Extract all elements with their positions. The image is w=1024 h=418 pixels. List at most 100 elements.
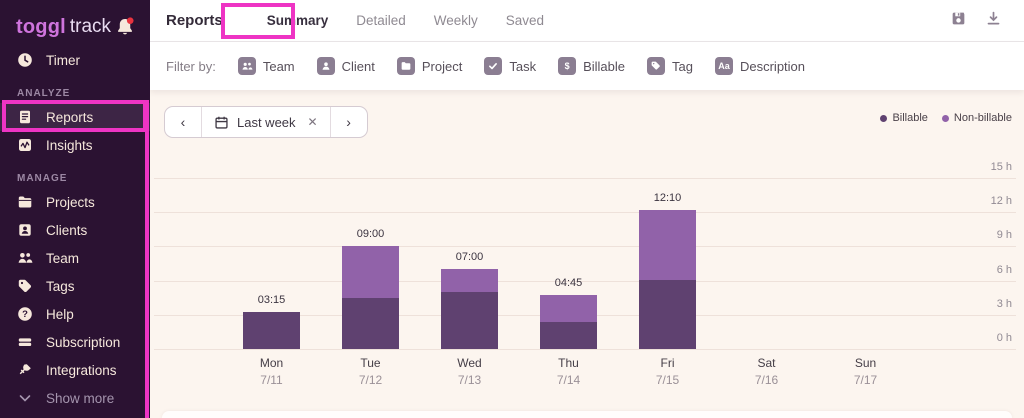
- x-axis-date-label: 7/12: [321, 373, 420, 387]
- legend-dot: [880, 115, 887, 122]
- tab-detailed[interactable]: Detailed: [356, 13, 406, 28]
- date-range-label: Last week: [237, 115, 296, 130]
- gridline: [154, 349, 1016, 350]
- sidebar-item-label: Integrations: [46, 363, 117, 378]
- clear-date-icon[interactable]: ✕: [308, 115, 318, 129]
- date-range-picker: ‹ Last week ✕ ›: [164, 106, 368, 138]
- sidebar-item-timer[interactable]: Timer: [0, 46, 150, 74]
- filter-chip-project[interactable]: Project: [397, 57, 462, 75]
- bar-fri[interactable]: [639, 210, 696, 349]
- x-axis-date-label: 7/13: [420, 373, 519, 387]
- filter-chip-label: Description: [740, 59, 805, 74]
- folder-icon: [17, 194, 33, 210]
- page-title: Reports: [166, 12, 223, 29]
- filter-chip-label: Task: [509, 59, 536, 74]
- sidebar-item-reports[interactable]: Reports: [0, 103, 150, 131]
- sidebar-item-label: Insights: [46, 138, 93, 153]
- bar-total-label: 04:45: [519, 277, 618, 289]
- filter-chip-client[interactable]: Client: [317, 57, 375, 75]
- sidebar-item-subscription[interactable]: Subscription: [0, 328, 150, 356]
- sidebar-nav: TimerANALYZEReportsInsightsMANAGEProject…: [0, 46, 150, 412]
- filter-chip-label: Client: [342, 59, 375, 74]
- save-report-icon[interactable]: [950, 10, 967, 32]
- prev-period-button[interactable]: ‹: [165, 107, 201, 137]
- tab-saved[interactable]: Saved: [506, 13, 544, 28]
- sidebar-item-team[interactable]: Team: [0, 244, 150, 272]
- sidebar-item-projects[interactable]: Projects: [0, 188, 150, 216]
- sidebar-item-integrations[interactable]: Integrations: [0, 356, 150, 384]
- date-range-button[interactable]: Last week ✕: [201, 107, 331, 137]
- sidebar-section-manage: MANAGE: [17, 170, 150, 186]
- sidebar-item-clients[interactable]: Clients: [0, 216, 150, 244]
- text-icon: Aa: [715, 57, 733, 75]
- x-axis-date-label: 7/16: [717, 373, 816, 387]
- bar-thu[interactable]: [540, 295, 597, 349]
- filter-chip-task[interactable]: Task: [484, 57, 536, 75]
- filter-chip-team[interactable]: Team: [238, 57, 295, 75]
- filter-chip-billable[interactable]: $ Billable: [558, 57, 625, 75]
- bar-total-label: 09:00: [321, 228, 420, 240]
- bar-segment-billable[interactable]: [540, 322, 597, 349]
- legend-item-non-billable[interactable]: Non-billable: [942, 112, 1012, 124]
- sidebar-item-insights[interactable]: Insights: [0, 131, 150, 159]
- bar-total-label: 12:10: [618, 192, 717, 204]
- x-axis-day-label: Sun: [816, 356, 915, 370]
- show-more-label: Show more: [46, 391, 114, 406]
- bar-segment-billable[interactable]: [243, 312, 300, 349]
- x-axis-date-label: 7/14: [519, 373, 618, 387]
- report-header: Reports Summary Detailed Weekly Saved: [150, 0, 1024, 42]
- tag-icon: [647, 57, 665, 75]
- download-report-icon[interactable]: [985, 10, 1002, 32]
- sidebar-item-label: Tags: [46, 279, 75, 294]
- legend-item-billable[interactable]: Billable: [880, 112, 927, 124]
- tab-summary[interactable]: Summary: [267, 13, 329, 28]
- y-axis-tick: 6 h: [997, 264, 1012, 276]
- filter-chip-tag[interactable]: Tag: [647, 57, 693, 75]
- team-icon: [17, 250, 33, 266]
- sidebar-item-label: Clients: [46, 223, 87, 238]
- x-axis-day-label: Mon: [222, 356, 321, 370]
- sidebar-item-tags[interactable]: Tags: [0, 272, 150, 300]
- legend-label: Billable: [892, 112, 927, 124]
- bar-segment-non-billable[interactable]: [540, 295, 597, 322]
- x-axis-day-label: Wed: [420, 356, 519, 370]
- bar-total-label: 07:00: [420, 251, 519, 263]
- bar-wed[interactable]: [441, 269, 498, 349]
- bar-segment-non-billable[interactable]: [441, 269, 498, 292]
- x-axis-day-label: Sat: [717, 356, 816, 370]
- bar-segment-billable[interactable]: [639, 280, 696, 349]
- dollar-icon: $: [558, 57, 576, 75]
- filter-chip-label: Tag: [672, 59, 693, 74]
- svg-text:?: ?: [22, 309, 28, 320]
- bar-mon[interactable]: [243, 312, 300, 349]
- sidebar-item-label: Projects: [46, 195, 95, 210]
- filter-chip-label: Project: [422, 59, 462, 74]
- notification-bell-icon[interactable]: [114, 16, 136, 38]
- sidebar-item-show-more[interactable]: Show more: [0, 384, 150, 412]
- sidebar: toggl track TimerANALYZEReportsInsightsM…: [0, 0, 150, 418]
- bar-segment-billable[interactable]: [342, 298, 399, 349]
- bar-tue[interactable]: [342, 246, 399, 349]
- gridline: [154, 178, 1016, 179]
- bar-segment-billable[interactable]: [441, 292, 498, 349]
- legend-dot: [942, 115, 949, 122]
- chevron-down-icon: [17, 390, 33, 406]
- main-content: Reports SummaryDetailedWeeklySaved Filte…: [150, 0, 1024, 418]
- insights-icon: [17, 137, 33, 153]
- x-axis-date-label: 7/17: [816, 373, 915, 387]
- tab-weekly[interactable]: Weekly: [434, 13, 478, 28]
- y-axis-tick: 3 h: [997, 298, 1012, 310]
- filter-chip-description[interactable]: Aa Description: [715, 57, 805, 75]
- next-period-button[interactable]: ›: [331, 107, 367, 137]
- summary-chart-panel: ‹ Last week ✕ › BillableNon-billable 0 h…: [150, 90, 1024, 418]
- bar-segment-non-billable[interactable]: [639, 210, 696, 280]
- clock-icon: [17, 52, 33, 68]
- bar-segment-non-billable[interactable]: [342, 246, 399, 297]
- help-icon: ?: [17, 306, 33, 322]
- sidebar-item-label: Help: [46, 307, 74, 322]
- filter-chip-label: Billable: [583, 59, 625, 74]
- x-axis-date-label: 7/15: [618, 373, 717, 387]
- filter-chip-label: Team: [263, 59, 295, 74]
- logo: toggl track: [0, 0, 150, 46]
- sidebar-item-help[interactable]: ? Help: [0, 300, 150, 328]
